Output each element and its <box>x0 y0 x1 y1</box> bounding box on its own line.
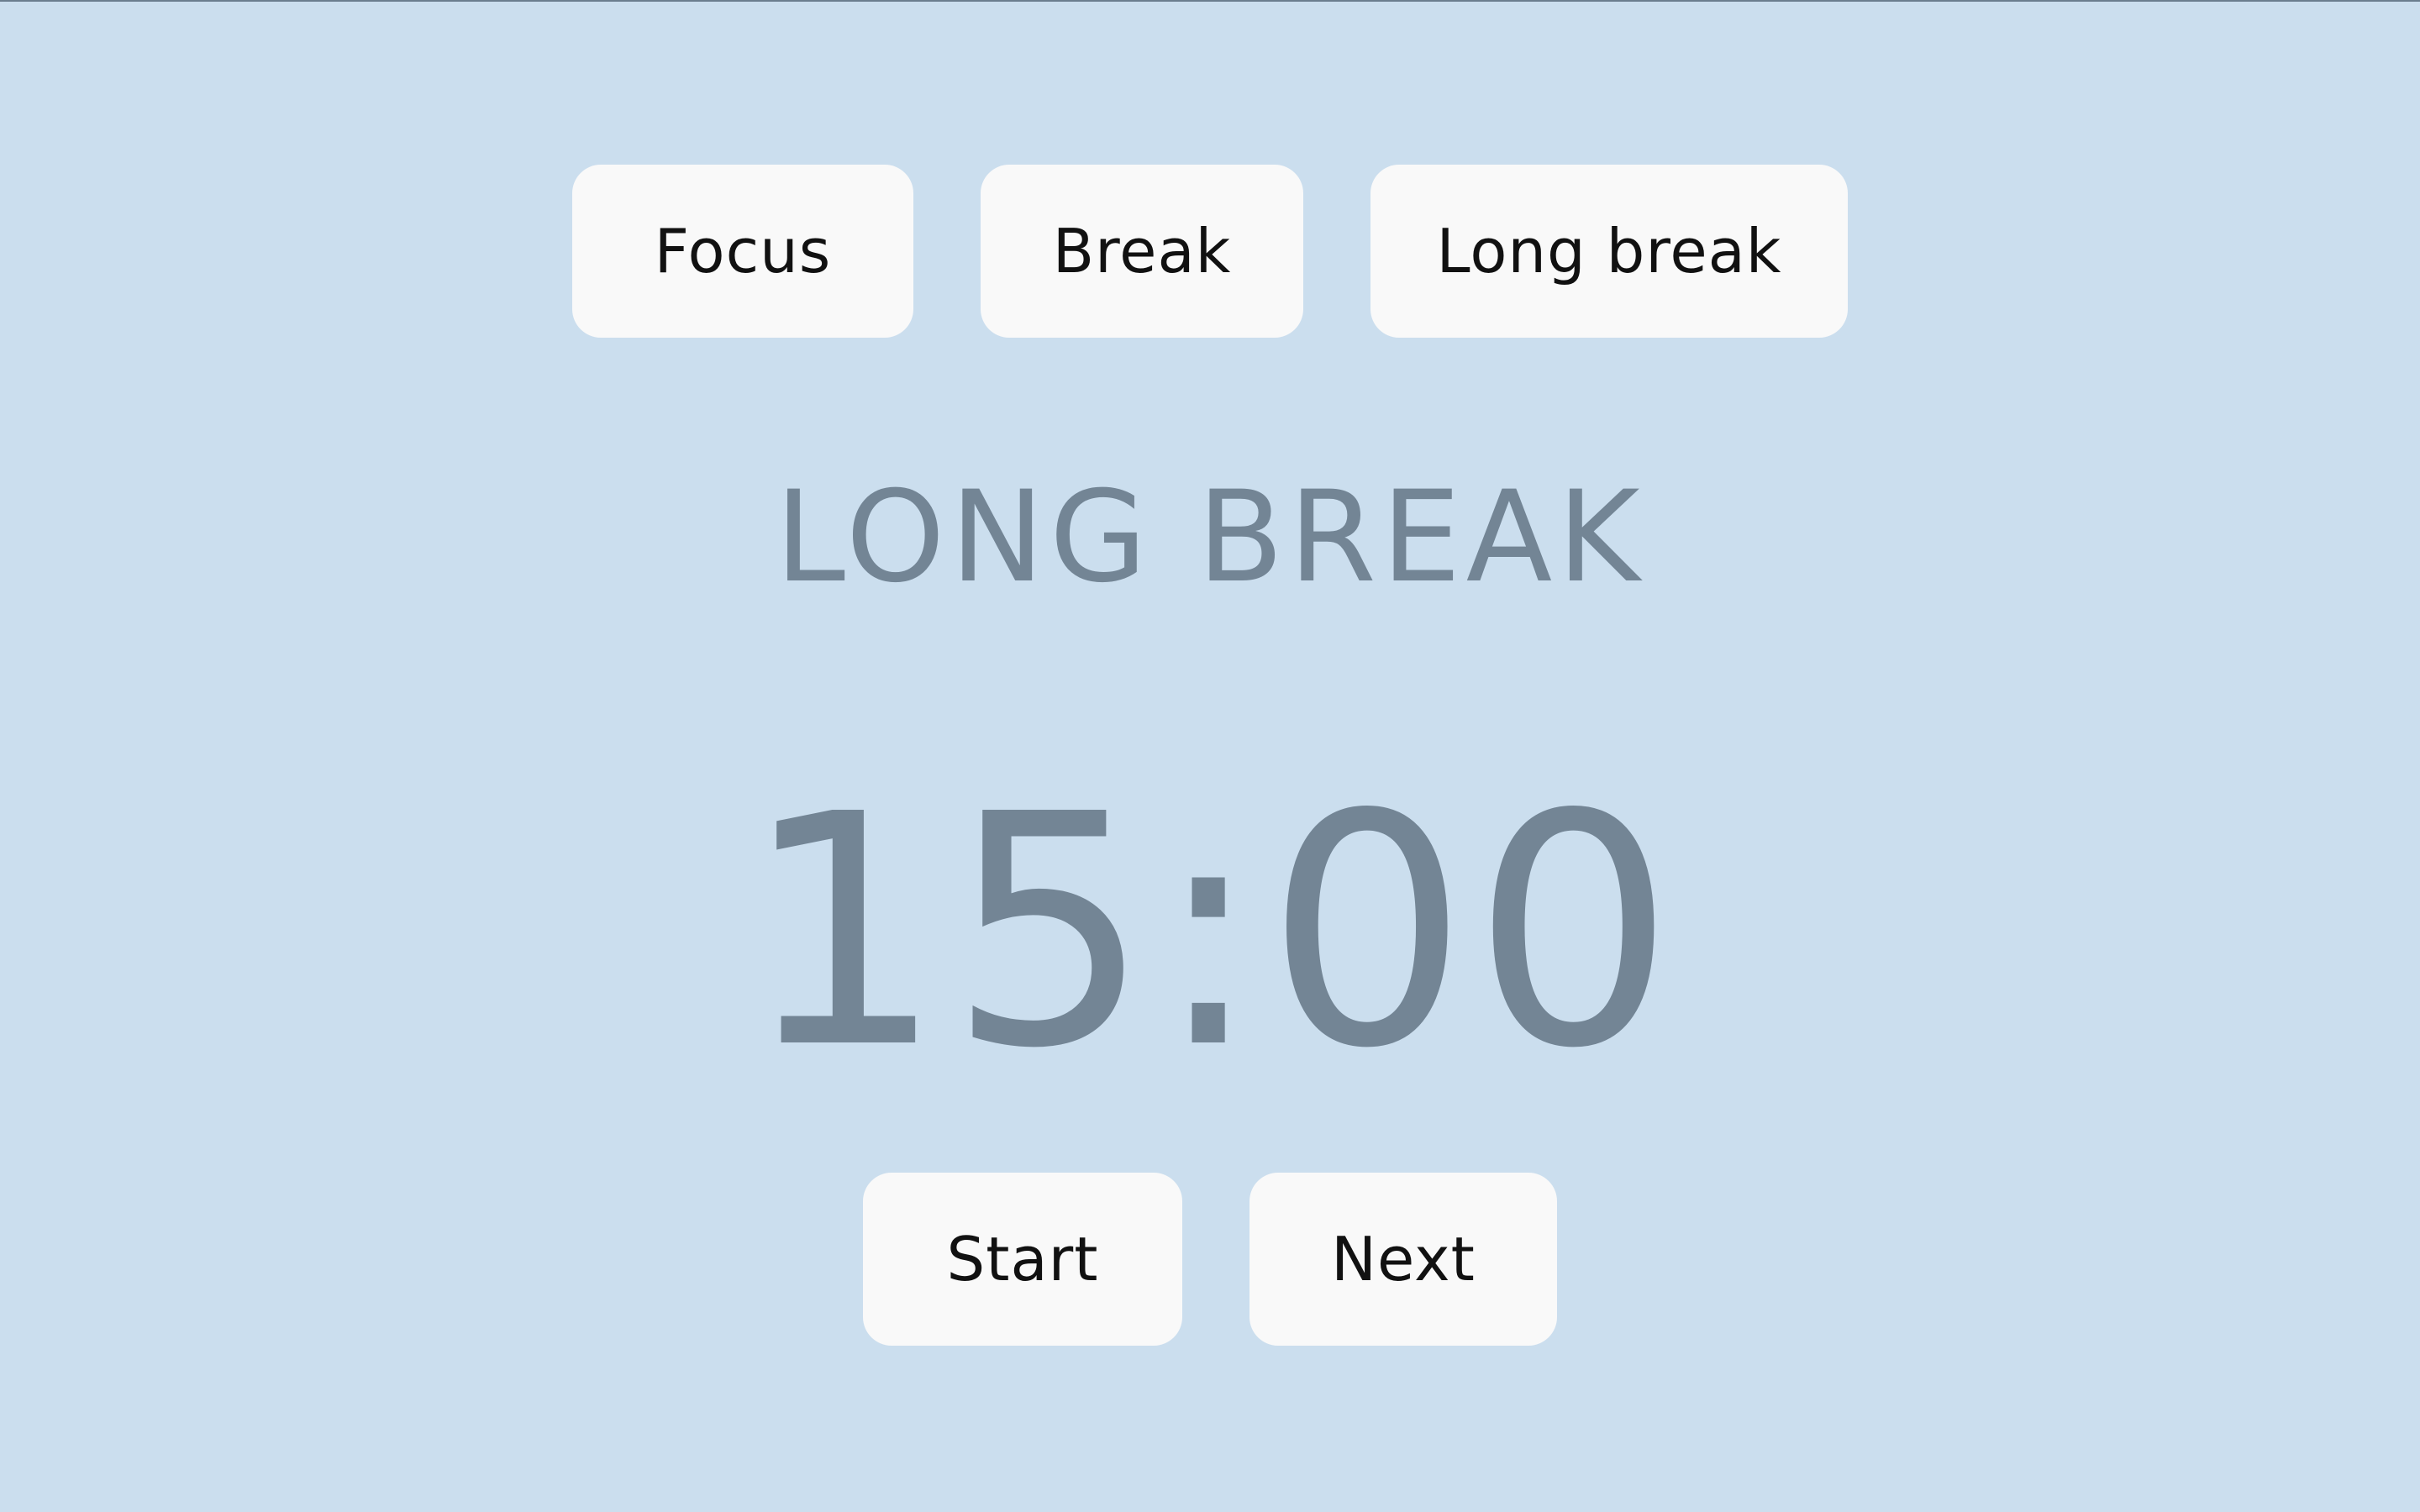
focus-mode-button[interactable]: Focus <box>572 165 913 338</box>
window-top-border <box>0 0 2420 2</box>
break-mode-button[interactable]: Break <box>981 165 1303 338</box>
timer-display: 15:00 <box>741 746 1679 1118</box>
current-mode-title: LONG BREAK <box>775 465 1645 611</box>
long-break-mode-button[interactable]: Long break <box>1370 165 1848 338</box>
start-button[interactable]: Start <box>863 1173 1182 1346</box>
next-button[interactable]: Next <box>1249 1173 1557 1346</box>
